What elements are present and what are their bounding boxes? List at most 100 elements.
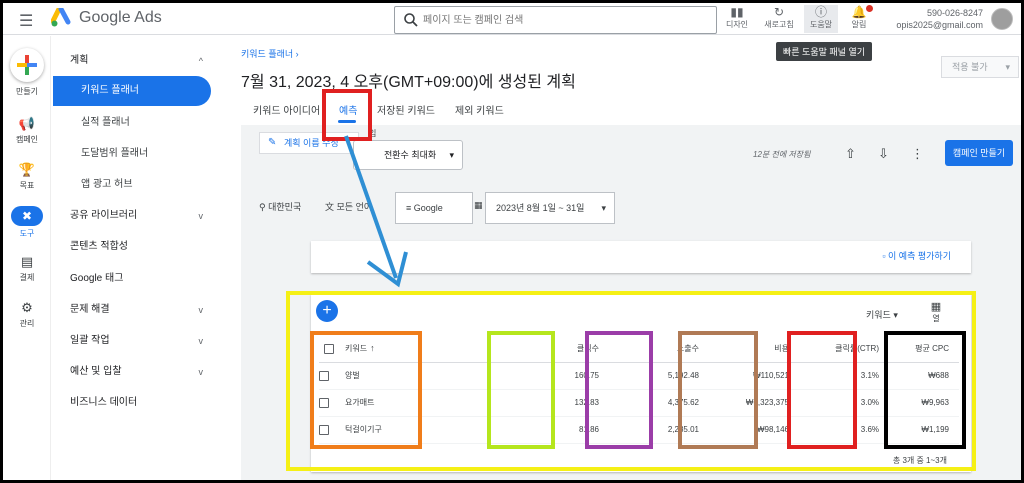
rail-goals[interactable]: 🏆 목표 xyxy=(3,162,51,191)
columns-button[interactable]: ▦ 열 xyxy=(926,300,946,324)
nav-bulk-actions[interactable]: 일괄 작업 v xyxy=(53,326,221,356)
share-icon[interactable]: ⇧ xyxy=(845,146,856,162)
download-icon[interactable]: ⇩ xyxy=(878,146,889,162)
impressions-cell: 5,192.48 xyxy=(609,362,709,390)
pin-icon: ⚲ xyxy=(259,202,266,212)
rate-forecast-label: 이 예측 평가하기 xyxy=(888,251,951,261)
network-value: Google xyxy=(413,203,443,213)
gear-icon: ⚙ xyxy=(21,300,33,315)
tab-forecast[interactable]: 예측 xyxy=(339,102,357,117)
network-filter[interactable]: ≡ Google xyxy=(395,192,473,224)
chevron-down-icon: ▾ xyxy=(601,203,606,213)
nav-reach-planner[interactable]: 도달범위 플래너 xyxy=(53,139,221,169)
refresh-icon: ↻ xyxy=(773,5,785,19)
nav-shared-library[interactable]: 공유 라이브러리 v xyxy=(53,201,221,231)
apply-button[interactable]: 적용 불가 ▾ xyxy=(941,56,1019,78)
create-campaign-button[interactable]: 캠페인 만들기 xyxy=(945,140,1013,166)
chevron-down-icon: ▾ xyxy=(1005,62,1010,72)
location-filter[interactable]: ⚲ 대한민국 xyxy=(259,200,301,213)
row-checkbox[interactable] xyxy=(319,397,329,408)
keyword-view-label: 키워드 xyxy=(866,310,891,320)
header-impressions[interactable]: 노출수 xyxy=(609,336,709,363)
rail-campaigns[interactable]: 📢 캠페인 xyxy=(3,116,51,145)
menu-icon[interactable]: ☰ xyxy=(19,11,33,31)
row-checkbox[interactable] xyxy=(319,370,329,381)
columns-icon: ▮▮ xyxy=(730,5,744,19)
refresh-button[interactable]: ↻ 새로고침 xyxy=(761,5,797,33)
tab-negative-keywords[interactable]: 제외 키워드 xyxy=(455,102,504,117)
date-range-filter[interactable]: 2023년 8월 1일 ~ 31일 ▾ xyxy=(485,192,615,224)
keyword-view-dropdown[interactable]: 키워드 ▾ xyxy=(866,308,898,321)
keyword-cell: 요가매트 xyxy=(339,389,449,417)
search-box[interactable] xyxy=(394,6,717,34)
cost-cell: ₩1,323,375 xyxy=(709,389,799,417)
nav-google-tag[interactable]: Google 태그 xyxy=(53,264,221,294)
clicks-cell: 160.75 xyxy=(549,362,609,390)
table-row[interactable]: 턱걸이기구 81.86 2,285.01 ₩98,146 3.6% ₩1,199 xyxy=(319,416,959,444)
nav-label: 공유 라이브러리 xyxy=(70,210,138,221)
header-avg-cpc[interactable]: 평균 CPC xyxy=(889,336,959,363)
nav-label: 콘텐츠 적합성 xyxy=(70,241,128,252)
rail-billing[interactable]: ▤ 결제 xyxy=(3,254,51,283)
rail-billing-label: 결제 xyxy=(19,273,35,282)
table-header-row: 키워드 ↑ 클릭수 노출수 비용 클릭률(CTR) 평균 CPC xyxy=(319,336,959,363)
help-tooltip: 빠른 도움말 패널 열기 xyxy=(776,42,873,61)
add-keyword-button[interactable]: + xyxy=(316,300,338,322)
tab-saved-keywords[interactable]: 저장된 키워드 xyxy=(377,102,435,117)
header-ctr[interactable]: 클릭률(CTR) xyxy=(799,336,889,363)
account-email: opis2025@gmail.com xyxy=(896,20,983,30)
impressions-cell: 4,375.62 xyxy=(609,389,709,417)
saved-status: 12분 전에 저장됨 xyxy=(753,150,811,159)
nav-budgets-bids[interactable]: 예산 및 입찰 v xyxy=(53,357,221,387)
more-vert-icon[interactable]: ⋮ xyxy=(911,146,924,162)
columns-icon: ▦ xyxy=(930,301,942,313)
chevron-down-icon: ▾ xyxy=(449,150,454,160)
bid-strategy-select[interactable]: 전환수 최대화 ▾ xyxy=(353,140,463,170)
search-input[interactable] xyxy=(423,11,703,29)
rail-tools[interactable]: ✖ 도구 xyxy=(3,206,51,239)
tab-keyword-ideas[interactable]: 키워드 아이디어 xyxy=(253,102,320,117)
forecast-summary-card: ▫ 이 예측 평가하기 xyxy=(311,241,971,273)
header-keyword[interactable]: 키워드 ↑ xyxy=(339,336,449,363)
chevron-up-icon: ^ xyxy=(198,56,203,66)
avatar[interactable] xyxy=(991,8,1013,30)
header-cost[interactable]: 비용 xyxy=(709,336,799,363)
clicks-cell: 81.86 xyxy=(549,416,609,444)
clicks-cell: 132.83 xyxy=(549,389,609,417)
help-button[interactable]: ⓘ 도움말 xyxy=(804,5,838,33)
create-button[interactable] xyxy=(10,48,44,82)
row-checkbox[interactable] xyxy=(319,424,329,435)
pagination-summary: 총 3개 중 1~3개 xyxy=(892,456,947,465)
avg-cpc-cell: ₩1,199 xyxy=(889,416,959,444)
table-row[interactable]: 양벌 160.75 5,192.48 ₩110,521 3.1% ₩688 xyxy=(319,362,959,390)
impressions-cell: 2,285.01 xyxy=(609,416,709,444)
nav-troubleshoot[interactable]: 문제 해결 v xyxy=(53,295,221,325)
nav-performance-planner[interactable]: 실적 플래너 xyxy=(53,108,221,138)
nav-label: 비즈니스 데이터 xyxy=(70,397,138,408)
nav-label: 실적 플래너 xyxy=(81,117,130,128)
header-label: 키워드 xyxy=(345,344,368,354)
language-filter[interactable]: 文 모든 언어 xyxy=(325,200,372,213)
google-ads-logo xyxy=(51,8,71,27)
header-clicks[interactable]: 클릭수 xyxy=(549,336,609,363)
breadcrumb[interactable]: 키워드 플래너 › xyxy=(241,47,299,60)
rail-tools-label: 도구 xyxy=(19,229,35,238)
table-row[interactable]: 요가매트 132.83 4,375.62 ₩1,323,375 3.0% ₩9,… xyxy=(319,389,959,417)
rail-admin[interactable]: ⚙ 관리 xyxy=(3,300,51,329)
notifications-label: 알림 xyxy=(851,20,867,29)
account-info[interactable]: 590-026-8247 opis2025@gmail.com xyxy=(896,7,983,31)
rail-create[interactable]: 만들기 xyxy=(3,48,51,97)
nav-planning[interactable]: 계획 ^ xyxy=(53,46,221,76)
notifications-button[interactable]: 🔔 알림 xyxy=(841,5,877,33)
feedback-icon: ▫ xyxy=(882,251,886,261)
nav-content-suitability[interactable]: 콘텐츠 적합성 xyxy=(53,232,221,262)
ctr-cell: 3.1% xyxy=(799,362,889,390)
nav-business-data[interactable]: 비즈니스 데이터 xyxy=(53,388,221,418)
select-all-checkbox[interactable] xyxy=(324,343,334,354)
rate-forecast-link[interactable]: ▫ 이 예측 평가하기 xyxy=(882,249,951,262)
rename-plan-button[interactable]: ✎ 계획 이름 수정 xyxy=(259,132,359,154)
nav-label: 키워드 플래너 xyxy=(81,85,139,96)
design-button[interactable]: ▮▮ 디자인 xyxy=(719,5,755,33)
nav-app-hub[interactable]: 앱 광고 허브 xyxy=(53,170,221,200)
nav-keyword-planner[interactable]: 키워드 플래너 xyxy=(53,76,211,106)
